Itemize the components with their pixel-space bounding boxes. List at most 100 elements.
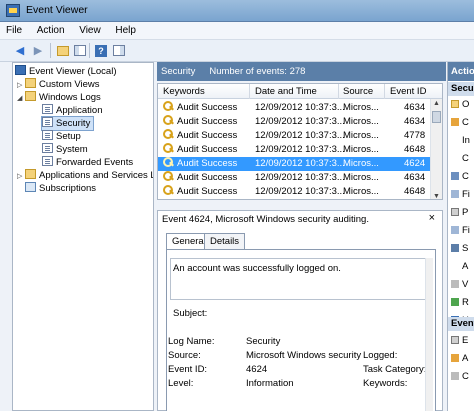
action-copy[interactable]: C bbox=[451, 371, 474, 383]
forward-arrow-icon[interactable]: ▶ bbox=[30, 43, 46, 58]
tree-item-application[interactable]: Application bbox=[42, 104, 102, 117]
action-save[interactable]: S bbox=[451, 243, 474, 255]
tree-item-subscriptions[interactable]: Subscriptions bbox=[25, 182, 96, 195]
action-create-custom-view[interactable]: C bbox=[451, 117, 474, 129]
expand-arrow-icon[interactable]: ▷ bbox=[17, 170, 25, 183]
column-divider[interactable] bbox=[249, 84, 250, 99]
collapse-arrow-icon[interactable]: ◢ bbox=[17, 92, 25, 105]
row-keywords: Audit Success bbox=[177, 172, 238, 183]
event-detail-panel: Event 4624, Microsoft Windows security a… bbox=[157, 210, 443, 411]
column-divider[interactable] bbox=[384, 84, 385, 99]
log-title: Security bbox=[161, 66, 196, 77]
action-attach-task-to-event[interactable]: A bbox=[451, 353, 474, 365]
tree-item-system[interactable]: System bbox=[42, 143, 88, 156]
title-bar[interactable]: Event Viewer bbox=[0, 0, 474, 22]
action-event-properties[interactable]: E bbox=[451, 335, 474, 347]
blank-icon bbox=[451, 136, 459, 144]
filter-icon bbox=[451, 172, 459, 180]
source-value: Microsoft Windows security bbox=[246, 350, 362, 361]
scroll-up-icon[interactable]: ▲ bbox=[433, 100, 440, 107]
table-row[interactable]: Audit Success 12/09/2012 10:37:3... Micr… bbox=[158, 101, 431, 115]
close-icon[interactable]: × bbox=[429, 212, 435, 224]
row-date: 12/09/2012 10:37:3... bbox=[255, 186, 345, 197]
row-date: 12/09/2012 10:37:3... bbox=[255, 144, 345, 155]
action-properties[interactable]: P bbox=[451, 207, 474, 219]
row-event-id: 4648 bbox=[404, 144, 426, 155]
event-viewer-icon bbox=[6, 4, 20, 17]
left-margin bbox=[0, 403, 12, 411]
column-divider[interactable] bbox=[338, 84, 339, 99]
help-icon[interactable]: ? bbox=[93, 43, 109, 58]
show-hide-tree-icon[interactable] bbox=[72, 43, 88, 58]
folder-icon bbox=[25, 91, 36, 101]
tree-item-event-viewer-local[interactable]: Event Viewer (Local) bbox=[15, 65, 116, 78]
back-arrow-icon[interactable]: ◀ bbox=[12, 43, 28, 58]
row-source: Micros... bbox=[343, 172, 379, 183]
action-find[interactable]: Fi bbox=[451, 189, 474, 201]
tree-item-custom-views[interactable]: ▷ Custom Views bbox=[17, 78, 100, 91]
row-event-id: 4634 bbox=[404, 172, 426, 183]
tree-item-security[interactable]: Security bbox=[40, 116, 95, 131]
view-icon bbox=[451, 280, 459, 288]
row-keywords: Audit Success bbox=[177, 186, 238, 197]
row-source: Micros... bbox=[343, 158, 379, 169]
row-event-id: 4634 bbox=[404, 116, 426, 127]
tree-item-windows-logs[interactable]: ◢ Windows Logs bbox=[17, 91, 101, 104]
up-folder-icon[interactable] bbox=[55, 43, 71, 58]
tree-item-forwarded-events[interactable]: Forwarded Events bbox=[42, 156, 133, 169]
menu-action[interactable]: Action bbox=[31, 22, 71, 39]
table-row[interactable]: Audit Success 12/09/2012 10:37:3... Micr… bbox=[158, 185, 431, 199]
menu-help[interactable]: Help bbox=[109, 22, 142, 39]
action-attach-task[interactable]: A bbox=[451, 261, 474, 273]
table-row[interactable]: Audit Success 12/09/2012 10:37:3... Micr… bbox=[158, 115, 431, 129]
column-date-time[interactable]: Date and Time bbox=[255, 86, 317, 97]
row-date: 12/09/2012 10:37:3... bbox=[255, 172, 345, 183]
action-clear-log[interactable]: C bbox=[451, 153, 474, 165]
keywords-label: Keywords: bbox=[363, 378, 408, 389]
properties-icon bbox=[451, 336, 459, 344]
event-detail-title: Event 4624, Microsoft Windows security a… bbox=[162, 214, 369, 225]
copy-icon bbox=[451, 372, 459, 380]
log-name-label: Log Name: bbox=[168, 336, 215, 347]
tab-details[interactable]: Details bbox=[204, 233, 246, 249]
action-open-saved-log[interactable]: O bbox=[451, 99, 474, 111]
menu-bar: File Action View Help bbox=[0, 22, 474, 40]
actions-section-event[interactable]: Event bbox=[448, 317, 474, 331]
action-view[interactable]: V bbox=[451, 279, 474, 291]
properties-pane-icon[interactable] bbox=[111, 43, 127, 58]
scroll-down-icon[interactable]: ▼ bbox=[433, 193, 440, 199]
column-source[interactable]: Source bbox=[343, 86, 373, 97]
menu-file[interactable]: File bbox=[0, 22, 28, 39]
table-row-selected[interactable]: Audit Success 12/09/2012 10:37:3... Micr… bbox=[158, 157, 431, 171]
binoculars-icon bbox=[451, 226, 459, 234]
action-find-2[interactable]: Fi bbox=[451, 225, 474, 237]
tree-item-applications-and-services-logs[interactable]: ▷ Applications and Services Lo bbox=[17, 169, 153, 183]
menu-view[interactable]: View bbox=[73, 22, 107, 39]
action-filter-current-log[interactable]: C bbox=[451, 171, 474, 183]
log-icon bbox=[42, 117, 53, 127]
row-date: 12/09/2012 10:37:3... bbox=[255, 102, 345, 113]
column-event-id[interactable]: Event ID bbox=[390, 86, 426, 97]
log-icon bbox=[42, 104, 53, 114]
row-date: 12/09/2012 10:37:3... bbox=[255, 130, 345, 141]
audit-success-key-icon bbox=[163, 171, 174, 182]
event-message[interactable]: An account was successfully logged on. bbox=[170, 258, 428, 300]
general-tab-content: An account was successfully logged on. S… bbox=[166, 249, 436, 411]
event-viewer-icon bbox=[15, 65, 26, 75]
events-scrollbar[interactable]: ▲ ▼ bbox=[430, 99, 442, 199]
scroll-thumb[interactable] bbox=[432, 111, 441, 123]
refresh-icon bbox=[451, 298, 459, 306]
event-id-label: Event ID: bbox=[168, 364, 208, 375]
table-row[interactable]: Audit Success 12/09/2012 10:37:3... Micr… bbox=[158, 171, 431, 185]
table-row[interactable]: Audit Success 12/09/2012 10:37:3... Micr… bbox=[158, 143, 431, 157]
detail-scrollbar[interactable] bbox=[425, 258, 433, 411]
tree-item-setup[interactable]: Setup bbox=[42, 130, 81, 143]
action-import-custom-view[interactable]: In bbox=[451, 135, 474, 147]
column-keywords[interactable]: Keywords bbox=[163, 86, 205, 97]
properties-icon bbox=[451, 208, 459, 216]
events-table-header: Keywords Date and Time Source Event ID bbox=[158, 84, 442, 99]
actions-section-security[interactable]: Securi bbox=[448, 82, 474, 96]
table-row[interactable]: Audit Success 12/09/2012 10:37:3... Micr… bbox=[158, 129, 431, 143]
action-refresh[interactable]: R bbox=[451, 297, 474, 309]
filter-icon bbox=[451, 118, 459, 126]
